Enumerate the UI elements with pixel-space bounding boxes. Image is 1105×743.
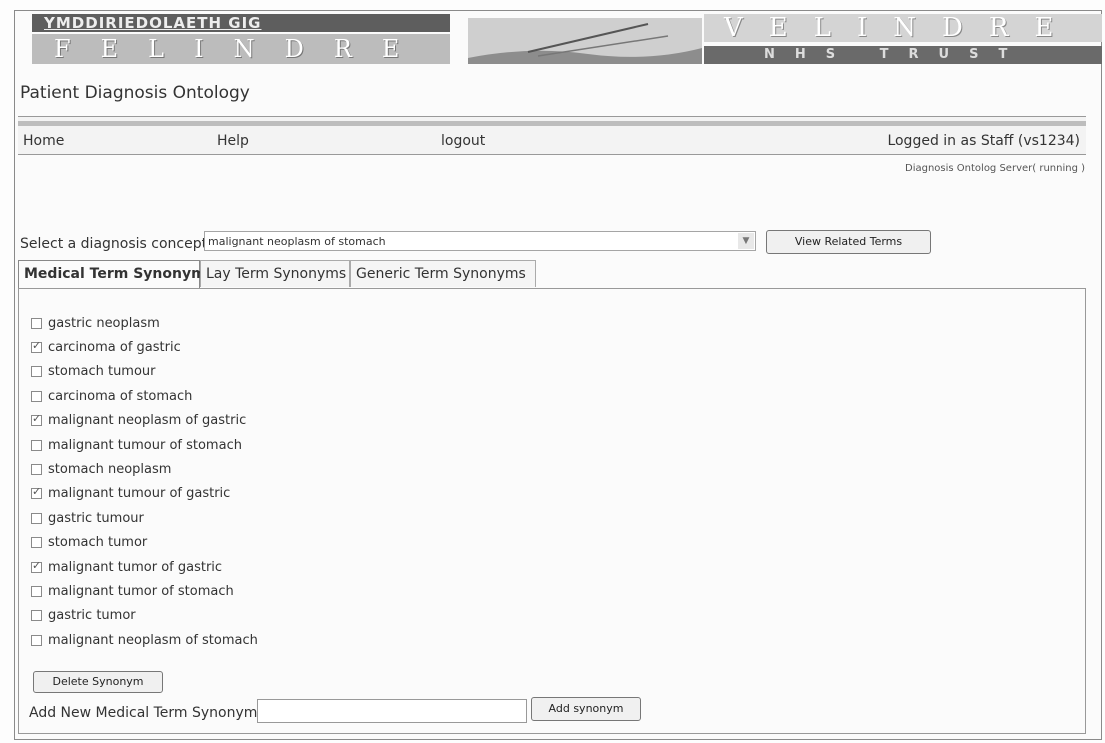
synonym-item[interactable]: gastric tumour [31, 506, 258, 530]
synonym-label: stomach tumor [48, 535, 148, 551]
synonym-label: carcinoma of gastric [48, 340, 181, 356]
banner-image [468, 18, 702, 64]
landscape-icon [468, 18, 702, 64]
server-status: Diagnosis Ontolog Server( running ) [905, 163, 1085, 174]
page-title: Patient Diagnosis Ontology [20, 83, 250, 103]
velindre-logo: VELINDRE NHS TRUST [704, 14, 1102, 64]
nhs-trust-text: NHS TRUST [704, 46, 1102, 64]
chevron-down-icon[interactable]: ▼ [738, 233, 754, 249]
new-synonym-input[interactable] [257, 699, 527, 723]
synonym-item[interactable]: stomach tumor [31, 531, 258, 555]
logged-in-user: Logged in as Staff (vs1234) [887, 133, 1080, 149]
synonym-list: gastric neoplasm carcinoma of gastric stom… [31, 311, 258, 652]
synonym-item[interactable]: malignant tumour of stomach [31, 433, 258, 457]
synonym-item[interactable]: malignant tumor of gastric [31, 555, 258, 579]
synonym-label: stomach neoplasm [48, 462, 172, 478]
synonym-checkbox[interactable] [31, 485, 42, 500]
synonym-panel: gastric neoplasm carcinoma of gastric stom… [18, 288, 1086, 734]
synonym-checkbox[interactable] [31, 559, 42, 573]
concept-select-value: malignant neoplasm of stomach [208, 235, 386, 248]
tab-medical-term-synonyms[interactable]: Medical Term Synonyms [18, 260, 214, 289]
welsh-name-text: YMDDIRIEDOLAETH GIG [32, 14, 450, 32]
synonym-item[interactable]: stomach tumour [31, 360, 258, 384]
synonym-label: stomach tumour [48, 364, 156, 380]
tab-lay-term-synonyms[interactable]: Lay Term Synonyms [200, 260, 350, 287]
synonym-label: malignant tumor of gastric [48, 559, 223, 575]
add-synonym-button[interactable]: Add synonym [531, 697, 641, 721]
synonym-checkbox[interactable] [31, 390, 42, 402]
synonym-checkbox[interactable] [31, 317, 42, 329]
view-related-terms-button[interactable]: View Related Terms [766, 230, 931, 254]
synonym-label: carcinoma of stomach [48, 388, 193, 404]
concept-select[interactable]: malignant neoplasm of stomach ▼ [204, 231, 756, 251]
synonym-item[interactable]: carcinoma of stomach [31, 384, 258, 408]
synonym-checkbox[interactable] [31, 366, 42, 378]
nav-help-link[interactable]: Help [217, 133, 249, 149]
synonym-item[interactable]: malignant neoplasm of gastric [31, 409, 258, 433]
synonym-checkbox[interactable] [31, 610, 42, 622]
synonym-checkbox[interactable] [31, 585, 42, 597]
synonym-checkbox[interactable] [31, 537, 42, 549]
nav-bar: Home Help logout Logged in as Staff (vs1… [18, 116, 1086, 155]
delete-synonym-button[interactable]: Delete Synonym [33, 671, 163, 693]
synonym-label: malignant neoplasm of stomach [48, 632, 258, 648]
synonym-item[interactable]: malignant neoplasm of stomach [31, 628, 258, 652]
synonym-item[interactable]: malignant tumour of gastric [31, 482, 258, 506]
felindre-text: FELINDRE [32, 34, 450, 64]
synonym-label: malignant neoplasm of gastric [48, 413, 247, 429]
nav-logout-link[interactable]: logout [441, 133, 485, 149]
synonym-checkbox[interactable] [31, 634, 42, 646]
synonym-item[interactable]: gastric tumor [31, 604, 258, 628]
synonym-label: malignant tumor of stomach [48, 583, 234, 599]
synonym-item[interactable]: malignant tumor of stomach [31, 579, 258, 603]
velindre-text: VELINDRE [704, 14, 1102, 42]
synonym-label: gastric neoplasm [48, 315, 160, 331]
header-banner: YMDDIRIEDOLAETH GIG FELINDRE VELINDRE NH… [32, 14, 1102, 64]
synonym-label: gastric tumour [48, 510, 144, 526]
synonym-checkbox[interactable] [31, 512, 42, 524]
tab-generic-term-synonyms[interactable]: Generic Term Synonyms [350, 260, 536, 287]
synonym-item[interactable]: gastric neoplasm [31, 311, 258, 335]
add-synonym-label: Add New Medical Term Synonym [29, 705, 258, 721]
synonym-label: malignant tumour of gastric [48, 486, 231, 502]
synonym-label: malignant tumour of stomach [48, 437, 242, 453]
felindre-logo: YMDDIRIEDOLAETH GIG FELINDRE [32, 14, 450, 64]
nav-home-link[interactable]: Home [23, 133, 64, 149]
concept-select-label: Select a diagnosis concept [20, 236, 208, 252]
synonym-item[interactable]: stomach neoplasm [31, 457, 258, 481]
synonym-item[interactable]: carcinoma of gastric [31, 335, 258, 359]
synonym-checkbox[interactable] [31, 339, 42, 354]
synonym-checkbox[interactable] [31, 439, 42, 451]
synonym-label: gastric tumor [48, 608, 136, 624]
synonym-checkbox[interactable] [31, 464, 42, 476]
synonym-checkbox[interactable] [31, 412, 42, 427]
